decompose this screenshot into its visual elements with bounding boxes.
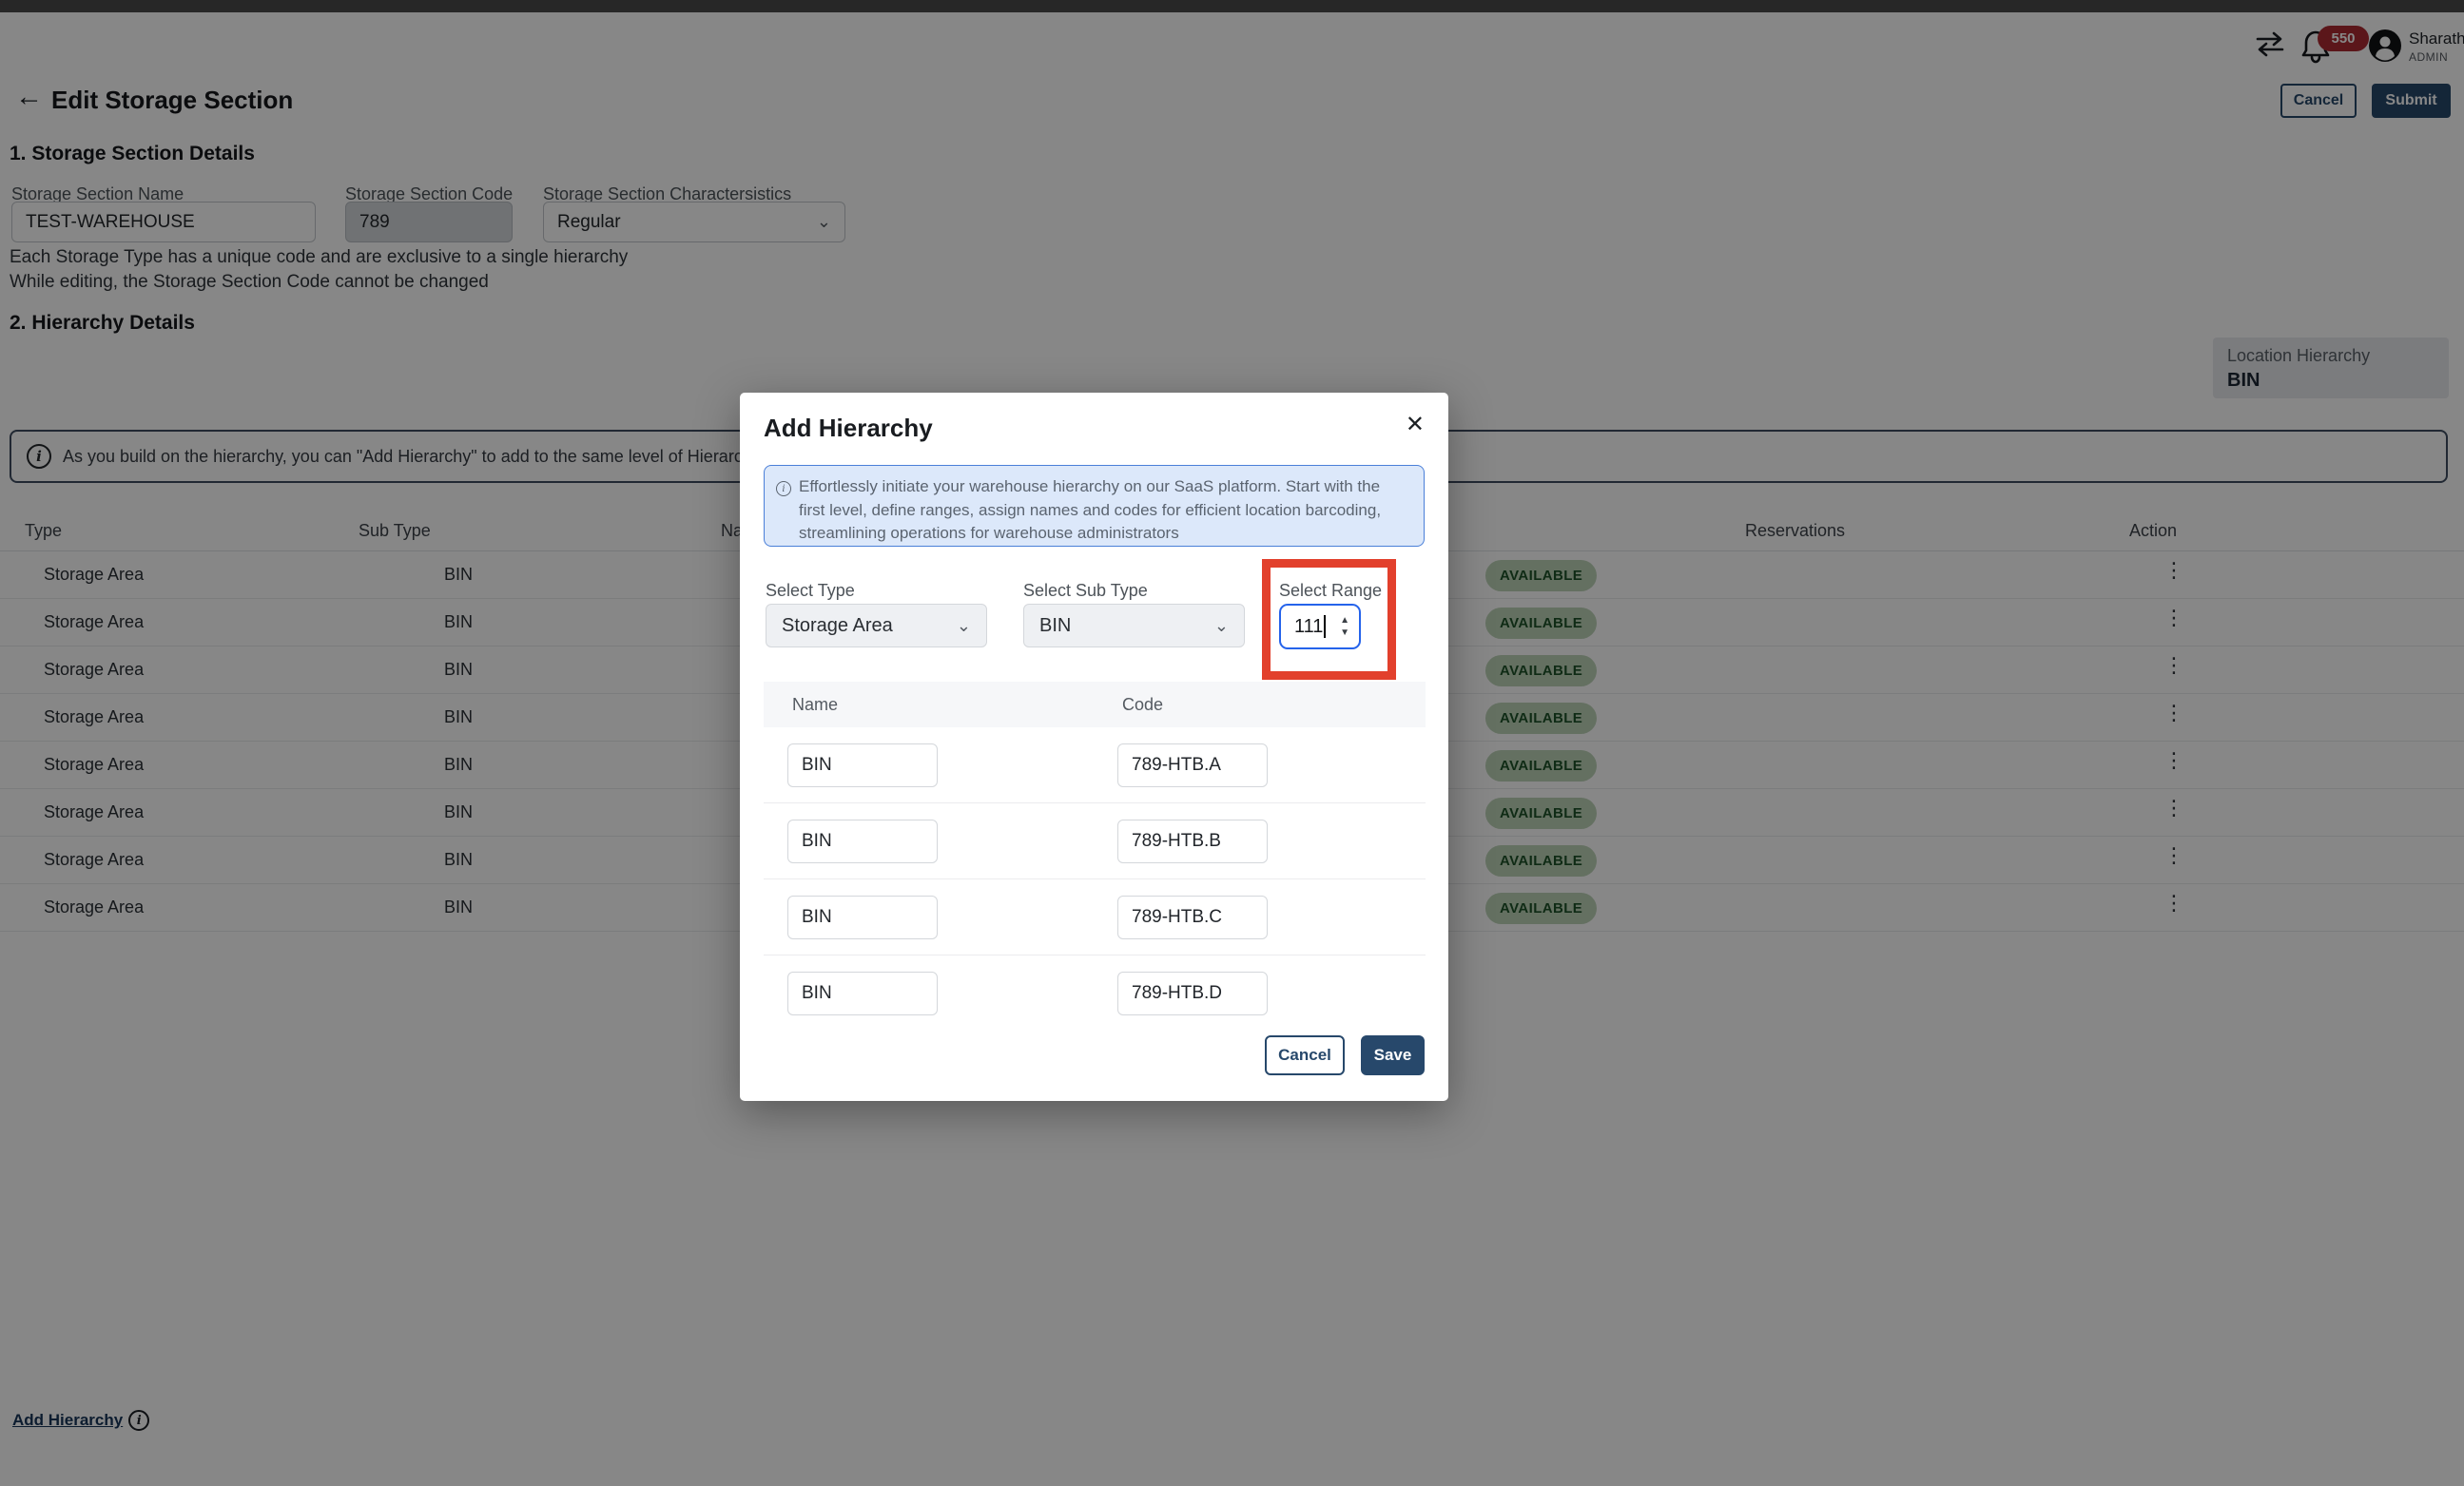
modal-table-row (764, 955, 1426, 1032)
select-sub-type-value: BIN (1039, 615, 1071, 637)
select-sub-type-label: Select Sub Type (1023, 581, 1148, 601)
select-type-dropdown[interactable]: Storage Area ⌄ (766, 604, 987, 647)
select-range-input[interactable]: 111 ▲ ▼ (1279, 604, 1361, 649)
add-hierarchy-modal: Add Hierarchy ✕ i Effortlessly initiate … (740, 393, 1448, 1101)
modal-cancel-button[interactable]: Cancel (1265, 1035, 1345, 1075)
modal-header-code: Code (1122, 695, 1163, 715)
modal-table-row (764, 879, 1426, 955)
bin-name-input[interactable] (787, 743, 938, 787)
modal-table-row (764, 727, 1426, 803)
modal-save-button[interactable]: Save (1361, 1035, 1425, 1075)
modal-table-rows (764, 727, 1426, 1032)
modal-info-text: Effortlessly initiate your warehouse hie… (799, 475, 1408, 546)
bin-name-input[interactable] (787, 972, 938, 1015)
chevron-down-icon: ⌄ (957, 616, 971, 636)
stepper-down-icon[interactable]: ▼ (1340, 628, 1349, 638)
bin-code-input[interactable] (1117, 743, 1268, 787)
modal-title: Add Hierarchy (764, 414, 933, 443)
bin-code-input[interactable] (1117, 972, 1268, 1015)
modal-info-box: i Effortlessly initiate your warehouse h… (764, 465, 1425, 547)
bin-name-input[interactable] (787, 820, 938, 863)
modal-table-row (764, 803, 1426, 879)
select-range-label: Select Range (1279, 581, 1382, 601)
select-type-label: Select Type (766, 581, 855, 601)
info-icon: i (776, 481, 791, 496)
close-icon[interactable]: ✕ (1406, 414, 1425, 436)
chevron-down-icon: ⌄ (1214, 616, 1229, 636)
number-stepper[interactable]: ▲ ▼ (1340, 616, 1349, 638)
bin-code-input[interactable] (1117, 896, 1268, 939)
bin-name-input[interactable] (787, 896, 938, 939)
select-range-value: 111 (1294, 616, 1323, 638)
modal-table-header: Name Code (764, 682, 1426, 727)
select-sub-type-dropdown[interactable]: BIN ⌄ (1023, 604, 1245, 647)
modal-header-name: Name (792, 695, 838, 715)
text-caret (1324, 615, 1326, 638)
bin-code-input[interactable] (1117, 820, 1268, 863)
stepper-up-icon[interactable]: ▲ (1340, 616, 1349, 626)
select-type-value: Storage Area (782, 615, 893, 637)
